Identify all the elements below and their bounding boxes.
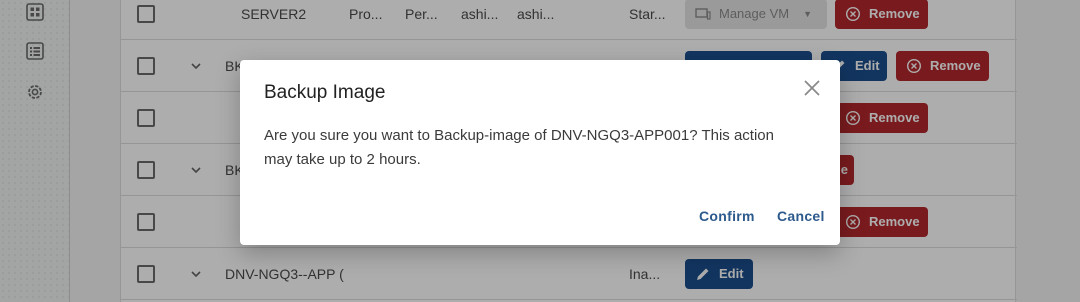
close-icon[interactable] — [802, 78, 822, 98]
confirm-button[interactable]: Confirm — [699, 208, 755, 224]
dialog-message-line-1: Are you sure you want to Backup-image of… — [264, 127, 774, 144]
cancel-button[interactable]: Cancel — [777, 208, 825, 224]
backup-image-dialog: Backup Image Are you sure you want to Ba… — [240, 60, 840, 245]
dialog-message-line-2: may take up to 2 hours. — [264, 151, 421, 168]
dialog-message: Are you sure you want to Backup-image of… — [264, 124, 824, 172]
dialog-title: Backup Image — [264, 82, 386, 103]
